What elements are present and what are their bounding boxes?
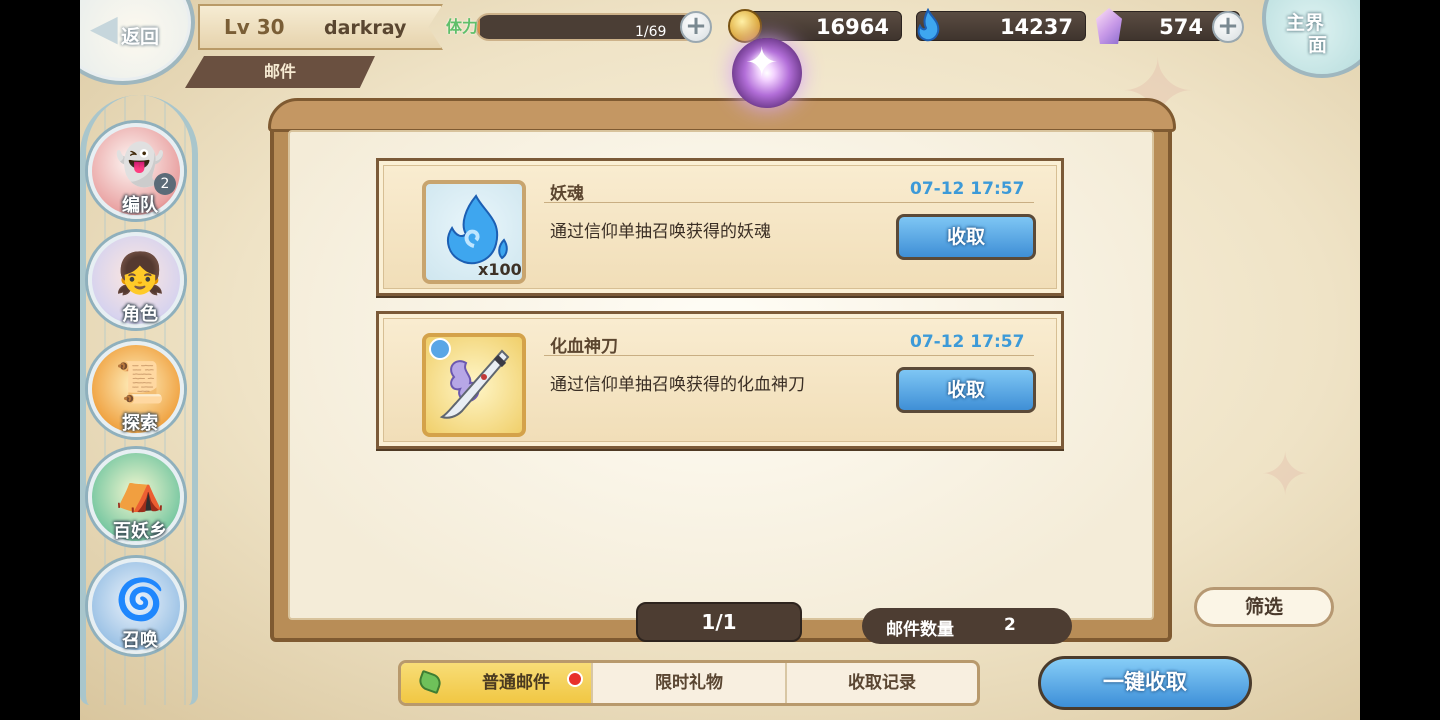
- item-quantity: x100: [478, 260, 522, 279]
- add-crystal-button[interactable]: +: [1212, 11, 1244, 43]
- nav-label: 角色: [122, 304, 158, 325]
- divider: [544, 202, 1034, 203]
- page-indicator: 1/1: [636, 602, 802, 642]
- player-level: Lv 30: [224, 15, 285, 39]
- leaf-icon: [416, 669, 444, 695]
- summon-icon: 🌀: [115, 577, 165, 623]
- tab-collect-history[interactable]: 收取记录: [787, 663, 977, 703]
- mail-count-display: 邮件数量 2: [862, 608, 1072, 644]
- gold-value: 16964: [815, 15, 889, 39]
- mail-timestamp: 07-12 17:57: [910, 332, 1025, 352]
- back-label: 返回: [121, 26, 160, 48]
- mail-timestamp: 07-12 17:57: [910, 179, 1025, 199]
- tab-label: 限时礼物: [655, 673, 723, 693]
- collect-button[interactable]: 收取: [896, 367, 1036, 413]
- gold-counter: 16964: [740, 11, 902, 41]
- mail-title: 化血神刀: [550, 337, 618, 357]
- village-icon: ⛺: [115, 468, 165, 514]
- mail-screen: ✦ ✦ x100 妖魂 07-12 17:57 通过信仰单抽召唤获得的妖魂 收取: [80, 0, 1360, 720]
- add-stamina-button[interactable]: +: [680, 11, 712, 43]
- nav-explore-button[interactable]: 📜 探索: [88, 341, 184, 437]
- soul-value: 14237: [999, 15, 1073, 39]
- nav-label: 编队: [122, 195, 158, 216]
- filter-button[interactable]: 筛选: [1194, 587, 1334, 627]
- notification-dot-icon: [567, 671, 583, 687]
- tab-limited-gifts[interactable]: 限时礼物: [593, 663, 787, 703]
- mail-count-value: 2: [1004, 615, 1016, 635]
- home-label: 主界 面: [1286, 12, 1328, 56]
- nav-summon-button[interactable]: 🌀 召唤: [88, 558, 184, 654]
- mail-board-top: [268, 98, 1176, 132]
- gold-coin-icon: [728, 9, 762, 43]
- nav-village-button[interactable]: ⛺ 百妖乡: [88, 449, 184, 545]
- nav-label: 召唤: [122, 630, 158, 651]
- crystal-value: 574: [1159, 15, 1203, 39]
- nav-character-button[interactable]: 👧 角色: [88, 232, 184, 328]
- divider: [544, 355, 1034, 356]
- back-arrow-icon: ◀: [90, 8, 118, 49]
- section-title: 邮件: [185, 56, 375, 88]
- nav-team-button[interactable]: 👻 2 编队: [88, 123, 184, 219]
- nav-label: 探索: [122, 413, 158, 434]
- decor-star-icon: ✦: [1260, 440, 1311, 510]
- collect-button[interactable]: 收取: [896, 214, 1036, 260]
- stamina-value: 1/69: [635, 24, 667, 40]
- tab-normal-mail[interactable]: 普通邮件: [401, 663, 593, 703]
- home-button[interactable]: 主界 面: [1262, 0, 1360, 78]
- blade-icon: [422, 333, 526, 437]
- back-button[interactable]: ◀ 返回: [80, 0, 195, 85]
- mail-tabs: 普通邮件 限时礼物 收取记录: [398, 660, 980, 706]
- stamina-label: 体力: [446, 17, 479, 36]
- character-icon: 👧: [115, 251, 165, 297]
- explore-icon: 📜: [115, 360, 165, 406]
- tab-label: 收取记录: [848, 673, 916, 693]
- mail-title: 妖魂: [550, 184, 584, 204]
- mail-item[interactable]: 化血神刀 07-12 17:57 通过信仰单抽召唤获得的化血神刀 收取: [376, 311, 1064, 449]
- nav-label: 百妖乡: [113, 521, 167, 542]
- blue-flame-icon: [917, 8, 940, 42]
- player-name: darkray: [324, 17, 407, 39]
- sparkle-icon: ✦: [745, 40, 779, 86]
- mail-description: 通过信仰单抽召唤获得的化血神刀: [550, 375, 805, 395]
- tab-label: 普通邮件: [482, 673, 550, 693]
- mail-count-label: 邮件数量: [886, 620, 954, 640]
- collect-all-button[interactable]: 一键收取: [1038, 656, 1252, 710]
- player-banner: Lv 30 darkray: [198, 4, 443, 50]
- mail-description: 通过信仰单抽召唤获得的妖魂: [550, 222, 771, 242]
- mail-item[interactable]: x100 妖魂 07-12 17:57 通过信仰单抽召唤获得的妖魂 收取: [376, 158, 1064, 296]
